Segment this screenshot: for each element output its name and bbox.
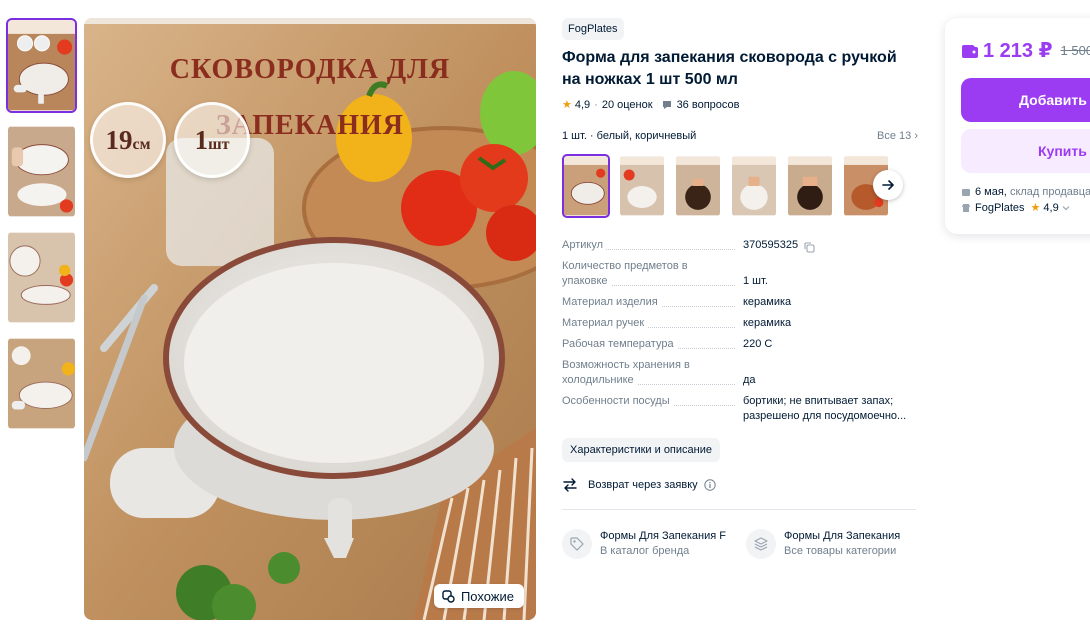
spec-value: 1 шт.	[743, 275, 768, 287]
questions-link[interactable]: 36 вопросов	[677, 99, 740, 111]
chevron-down-icon	[1062, 206, 1070, 211]
return-text: Возврат через заявку	[588, 479, 698, 491]
seller-rating: 4,9	[1043, 202, 1059, 214]
specs-list: Артикул 370595325 Количество предметов в…	[562, 238, 918, 424]
variant-thumbnail[interactable]	[618, 154, 666, 218]
variant-thumbnail[interactable]	[562, 154, 610, 218]
add-to-cart-button[interactable]: Добавить	[961, 78, 1090, 122]
gallery-thumbnail[interactable]	[6, 18, 77, 113]
rating-row: ★ 4,9 · 20 оценок 36 вопросов	[562, 98, 740, 112]
divider	[562, 509, 916, 510]
characteristics-button[interactable]: Характеристики и описание	[562, 438, 720, 462]
variant-thumbnails	[562, 154, 918, 218]
variant-thumbnail[interactable]	[730, 154, 778, 218]
gallery-thumbnails	[6, 18, 78, 442]
spec-key: Количество предметов в упаковке	[562, 260, 688, 287]
delivery-date: 6 мая,	[975, 186, 1007, 198]
count-badge: 1шт	[174, 102, 250, 178]
seller-name: FogPlates	[975, 202, 1025, 214]
spec-row: Материал изделия керамика	[562, 295, 918, 310]
category-subtitle: Все товары категории	[784, 545, 897, 557]
spec-value: 220 С	[743, 338, 773, 350]
gallery-thumbnail[interactable]	[6, 124, 77, 219]
spec-value: керамика	[743, 296, 792, 308]
star-icon: ★	[1030, 202, 1041, 214]
product-banner-title: СКОВОРОДКА ДЛЯ ЗАПЕКАНИЯ	[169, 54, 451, 141]
rating-value[interactable]: 4,9	[575, 99, 590, 111]
delivery-info: 6 мая, склад продавца	[961, 184, 1090, 200]
similar-label: Похожие	[460, 588, 514, 604]
buy-now-button[interactable]: Купить	[961, 129, 1090, 173]
category-title: Формы Для Запекания F	[600, 530, 726, 542]
variant-row: 1 шт. · белый, коричневый Все 13 ›	[562, 130, 918, 142]
variant-thumbnail[interactable]	[786, 154, 834, 218]
spec-row: Рабочая температура 220 С	[562, 337, 918, 352]
variant-thumbnail[interactable]	[674, 154, 722, 218]
spec-key: Материал изделия	[562, 296, 661, 308]
price: 1 213 ₽	[983, 40, 1053, 62]
return-row[interactable]: Возврат через заявку	[562, 478, 918, 492]
variant-label: 1 шт. · белый, коричневый	[562, 130, 697, 142]
spec-value: керамика	[743, 317, 792, 329]
spec-key: Артикул	[562, 239, 607, 251]
price-row: 1 213 ₽ 1 500	[961, 38, 1090, 63]
variants-next-button[interactable]	[873, 170, 903, 200]
question-icon	[662, 100, 671, 109]
spec-row: Количество предметов в упаковке 1 шт.	[562, 259, 918, 289]
category-link[interactable]: Формы Для Запекания Все товары категории	[746, 529, 918, 559]
category-links: Формы Для Запекания F В каталог бренда Ф…	[562, 529, 918, 559]
return-arrows-icon	[563, 478, 577, 492]
all-variants-link[interactable]: Все 13 ›	[877, 130, 918, 142]
tag-icon	[562, 529, 592, 559]
buy-card: 1 213 ₽ 1 500 Добавить Купить 6 мая, скл…	[945, 18, 1090, 234]
size-badge: 19см	[90, 102, 166, 178]
copy-icon[interactable]	[804, 242, 815, 253]
star-icon: ★	[562, 99, 572, 111]
brand-chip[interactable]: FogPlates	[562, 18, 624, 40]
spec-value: бортики; не впитывает запах; разрешено д…	[743, 395, 907, 422]
category-subtitle: В каталог бренда	[600, 545, 690, 557]
layers-icon	[746, 529, 776, 559]
similar-button[interactable]: Похожие	[433, 584, 524, 608]
info-icon[interactable]	[703, 479, 716, 491]
spec-row: Артикул 370595325	[562, 238, 918, 253]
product-info: FogPlates Форма для запекания сковорода …	[562, 18, 918, 559]
delivery-source: склад продавца	[1009, 186, 1090, 198]
spec-row: Материал ручек керамика	[562, 316, 918, 331]
spec-row: Возможность хранения в холодильнике да	[562, 358, 918, 388]
category-title: Формы Для Запекания	[784, 530, 901, 542]
product-title: Форма для запекания сковорода с ручкой н…	[562, 49, 897, 88]
shop-icon	[962, 204, 970, 212]
seller-row[interactable]: FogPlates ★ 4,9	[961, 200, 1090, 216]
brand-catalog-link[interactable]: Формы Для Запекания F В каталог бренда	[562, 529, 734, 559]
spec-key: Возможность хранения в холодильнике	[562, 359, 690, 386]
old-price: 1 500	[1060, 43, 1090, 58]
similar-icon	[442, 589, 455, 603]
gallery-thumbnail[interactable]	[6, 336, 77, 431]
spec-row: Особенности посуды бортики; не впитывает…	[562, 394, 918, 424]
reviews-link[interactable]: 20 оценок	[602, 99, 653, 111]
gallery-thumbnail[interactable]	[6, 230, 77, 325]
spec-key: Особенности посуды	[562, 395, 673, 407]
wallet-icon	[962, 44, 978, 58]
arrow-right-icon	[882, 180, 894, 190]
spec-key: Рабочая температура	[562, 338, 677, 350]
spec-key: Материал ручек	[562, 317, 648, 329]
spec-value: да	[743, 374, 756, 386]
main-product-image[interactable]: СКОВОРОДКА ДЛЯ ЗАПЕКАНИЯ 19см 1шт Похожи…	[84, 18, 536, 620]
box-icon	[962, 189, 970, 196]
spec-value: 370595325	[743, 239, 799, 251]
